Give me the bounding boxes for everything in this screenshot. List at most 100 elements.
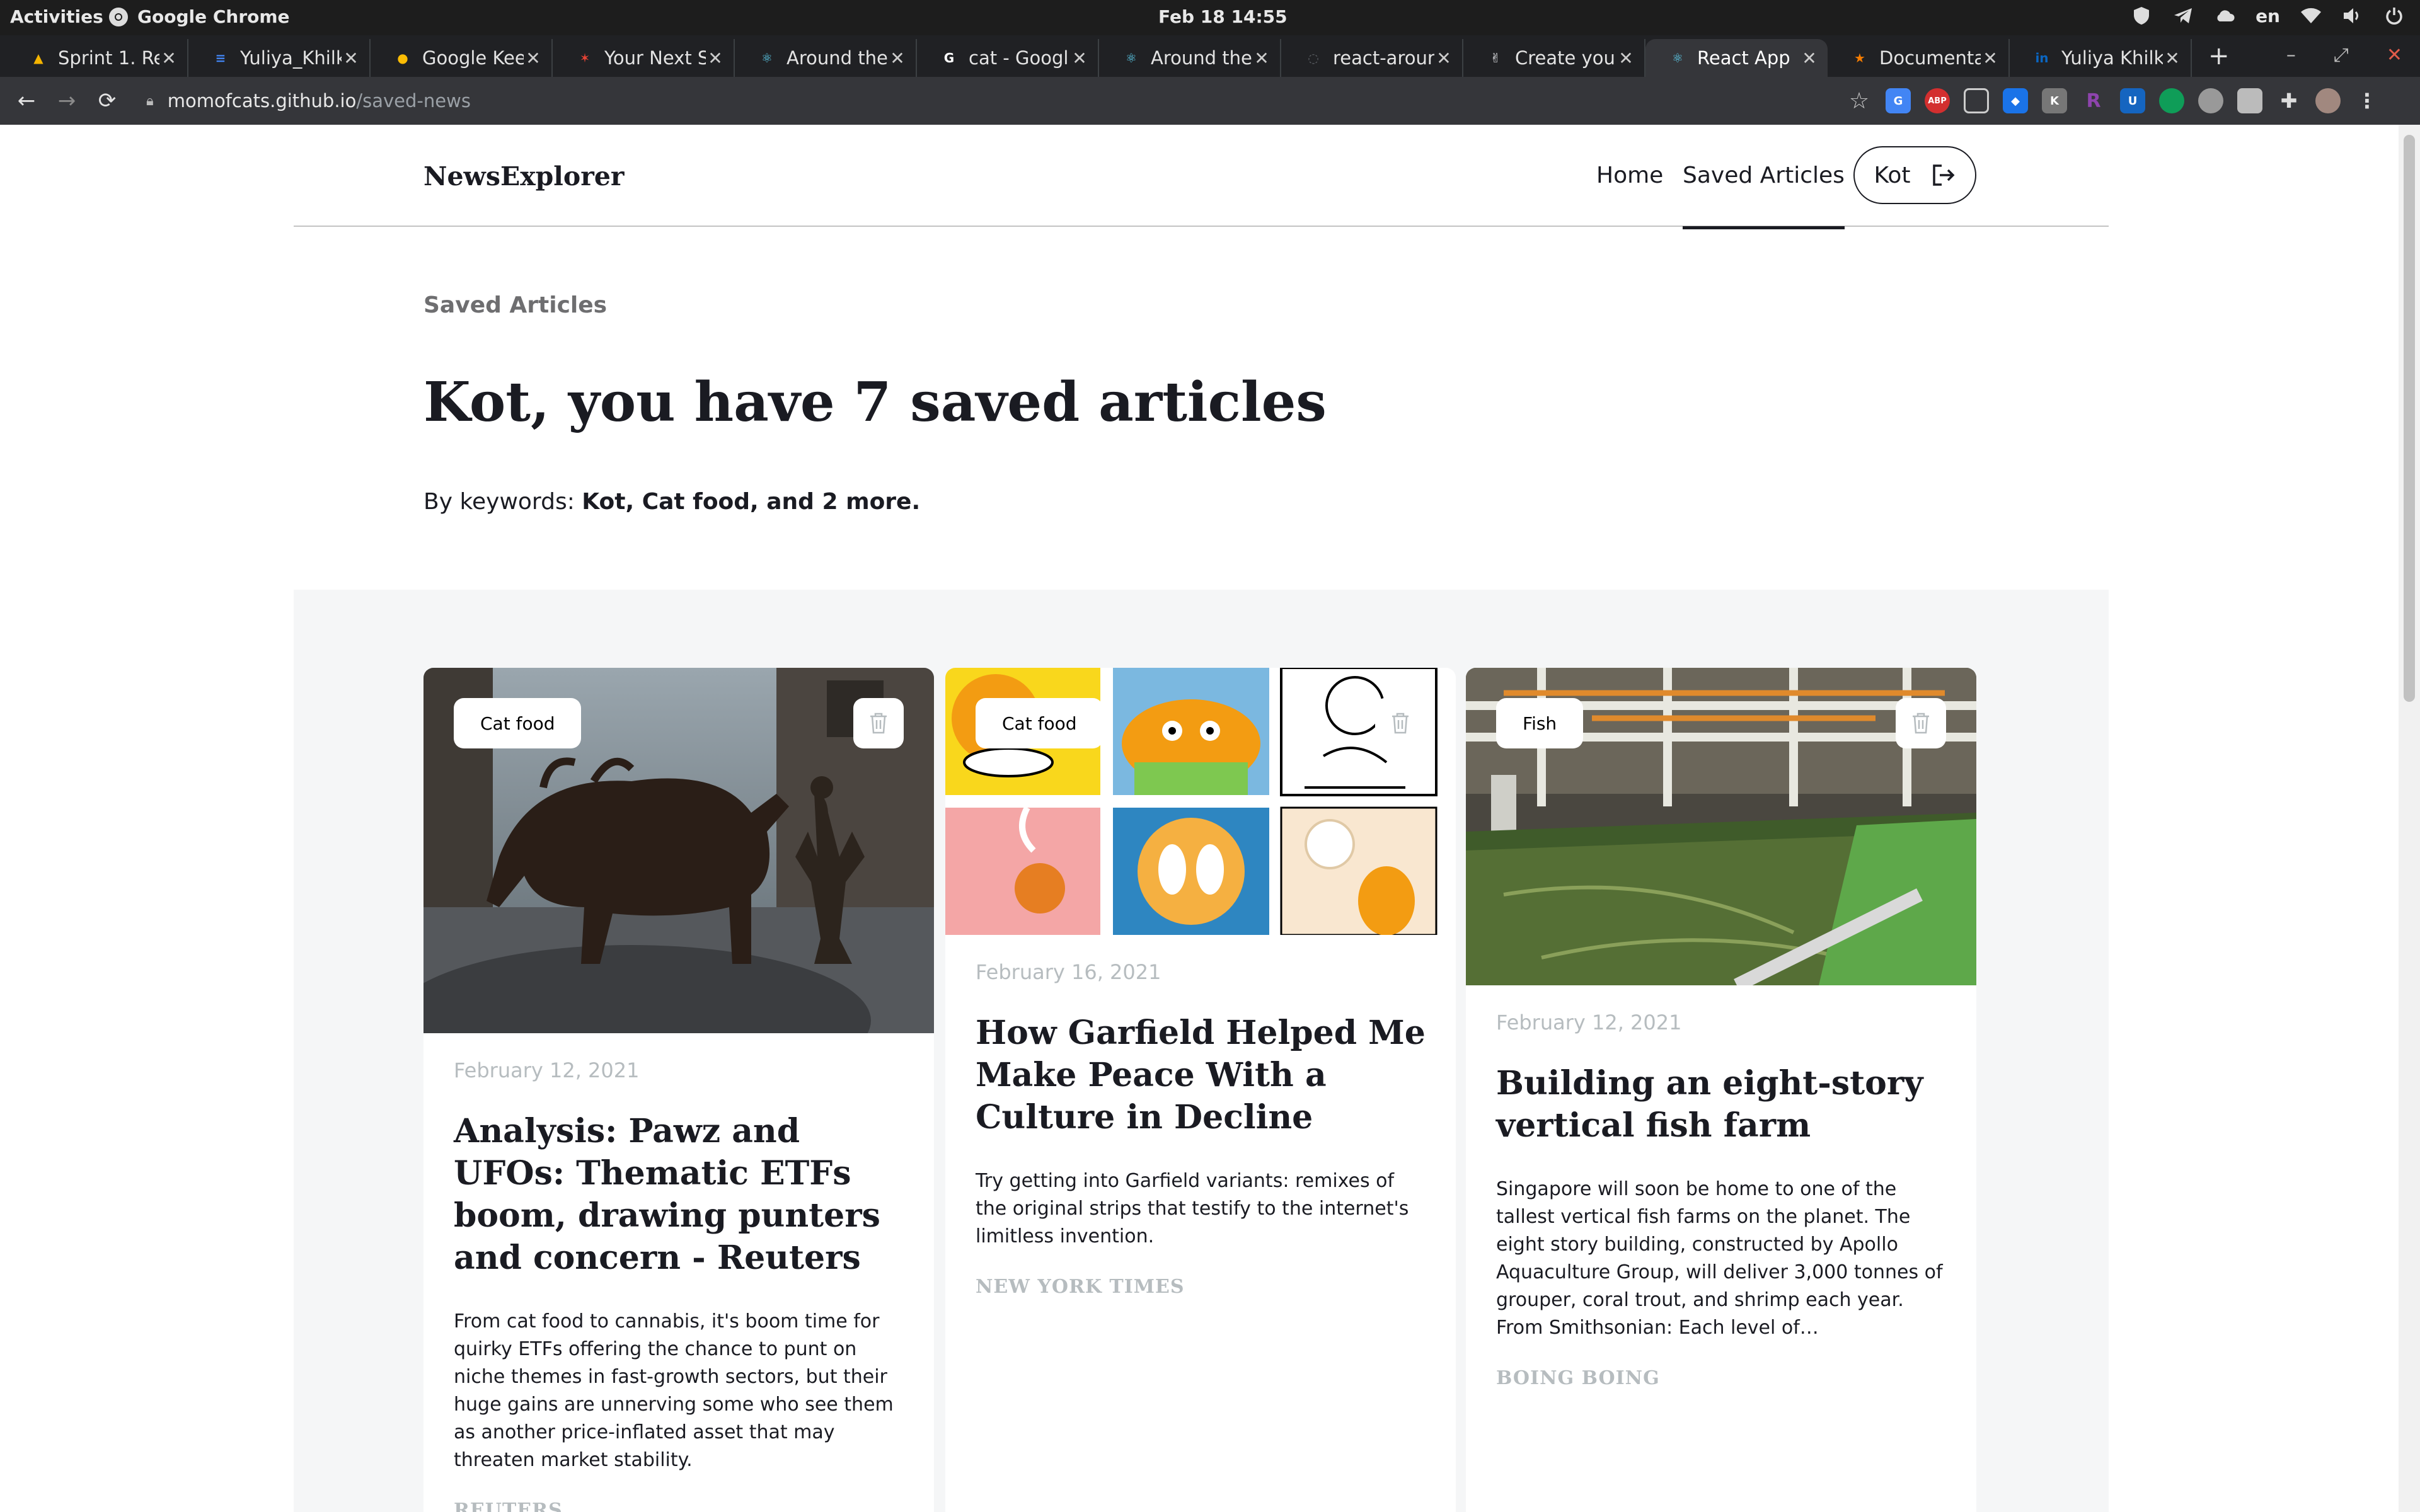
back-button[interactable]: ← [14, 88, 39, 113]
close-tab-icon[interactable]: ✕ [1070, 48, 1089, 69]
wifi-icon[interactable] [2300, 5, 2322, 26]
browser-tab[interactable]: ⚛ Around the ✕ [1099, 39, 1281, 77]
article-title[interactable]: Analysis: Pawz and UFOs: Thematic ETFs b… [454, 1110, 904, 1279]
delete-article-button[interactable] [1375, 698, 1426, 748]
extension-icon[interactable]: ◆ [2003, 88, 2028, 113]
adblock-icon[interactable]: ABP [1925, 88, 1950, 113]
saved-count-headline: Kot, you have 7 saved articles [424, 370, 1327, 434]
pocket-icon[interactable] [1964, 88, 1989, 113]
new-tab-button[interactable]: + [2208, 42, 2230, 71]
close-tab-icon[interactable]: ✕ [159, 48, 178, 69]
cloud-icon[interactable] [2214, 5, 2235, 26]
extension-grey-icon[interactable] [2198, 88, 2223, 113]
volume-icon[interactable] [2342, 5, 2363, 26]
tab-title: react-arour [1333, 47, 1434, 69]
tab-favicon-icon: ● [397, 50, 408, 66]
tab-favicon-icon: ⚛ [1126, 50, 1137, 66]
browser-tab[interactable]: ● Google Kee ✕ [371, 39, 553, 77]
power-icon[interactable] [2383, 5, 2405, 26]
tab-title: Documenta [1879, 47, 1981, 69]
close-tab-icon[interactable]: ✕ [888, 48, 907, 69]
keyword-tag: Fish [1496, 698, 1584, 748]
article-image: Cat food [424, 668, 934, 1033]
keyword-tag: Cat food [976, 698, 1103, 748]
extension-r-icon[interactable]: R [2081, 88, 2106, 113]
browser-tab[interactable]: in Yuliya Khilk ✕ [2010, 39, 2192, 77]
logout-button[interactable]: Kot [1853, 146, 1976, 204]
address-bar[interactable]: 🔒︎ momofcats.github.io/saved-news [146, 83, 1854, 118]
app-menu[interactable]: Google Chrome [108, 6, 290, 27]
delete-article-button[interactable] [853, 698, 904, 748]
keyword-tag: Cat food [454, 698, 582, 748]
browser-tab[interactable]: Gcat - Googl ✕ [917, 39, 1099, 77]
close-tab-icon[interactable]: ✕ [1434, 48, 1453, 69]
browser-tab[interactable]: ⚛ React App ✕ [1645, 39, 1828, 77]
shield-icon[interactable] [2131, 5, 2152, 26]
browser-tab[interactable]: ★ Documenta ✕ [1828, 39, 2010, 77]
browser-tab[interactable]: ◌ react-arour ✕ [1281, 39, 1463, 77]
nav-saved-articles[interactable]: Saved Articles [1683, 163, 1845, 229]
password-manager-icon[interactable]: U [2120, 88, 2145, 113]
trash-icon [870, 713, 887, 734]
browser-toolbar: ← → ⟳ 🔒︎ momofcats.github.io/saved-news … [0, 77, 2420, 125]
news-card[interactable]: Cat food February 16, 2021 How Garfield … [945, 668, 1456, 1512]
extensions-bar: ☆ G ABP ◆ K R U ✚ ⋮ [1847, 88, 2380, 114]
extension-stack-icon[interactable] [2237, 88, 2262, 113]
page-scrollbar[interactable] [2399, 125, 2420, 1512]
puzzle-icon[interactable]: ✚ [2276, 88, 2302, 113]
browser-tab[interactable]: ⚛ Around the ✕ [735, 39, 917, 77]
scrollbar-thumb[interactable] [2404, 135, 2415, 702]
extension-k-icon[interactable]: K [2042, 88, 2067, 113]
nav-home[interactable]: Home [1596, 163, 1663, 188]
logout-icon [1933, 164, 1955, 186]
tab-title: Your Next S [604, 47, 706, 69]
article-title[interactable]: How Garfield Helped Me Make Peace With a… [976, 1012, 1426, 1138]
close-tab-icon[interactable]: ✕ [342, 48, 360, 69]
tab-title: Around the [1151, 47, 1252, 69]
forward-button[interactable]: → [54, 88, 79, 113]
browser-tab[interactable]: ✌ Create you ✕ [1463, 39, 1645, 77]
close-tab-icon[interactable]: ✕ [524, 48, 543, 69]
close-tab-icon[interactable]: ✕ [1252, 48, 1271, 69]
keyboard-language[interactable]: en [2256, 6, 2280, 26]
article-title[interactable]: Building an eight-story vertical fish fa… [1496, 1062, 1946, 1147]
clock[interactable]: Feb 18 14:55 [1158, 6, 1288, 27]
browser-tab[interactable]: ✶ Your Next S ✕ [553, 39, 735, 77]
tab-title: React App [1697, 47, 1790, 69]
lock-icon[interactable]: 🔒︎ [146, 93, 154, 109]
article-source: NEW YORK TIMES [976, 1276, 1185, 1298]
browser-tab[interactable]: ▲ Sprint 1. Re ✕ [6, 39, 188, 77]
url-path: /saved-news [356, 90, 471, 112]
translate-icon[interactable]: G [1886, 88, 1911, 113]
site-logo[interactable]: NewsExplorer [424, 161, 625, 192]
tab-title: Create you [1515, 47, 1615, 69]
system-tray[interactable]: en [2131, 5, 2405, 26]
article-text: Try getting into Garfield variants: remi… [976, 1170, 1409, 1247]
close-window-button[interactable]: ✕ [2387, 44, 2402, 66]
close-tab-icon[interactable]: ✕ [2163, 48, 2182, 69]
browser-tab[interactable]: ≡ Yuliya_Khilk ✕ [188, 39, 371, 77]
activities-button[interactable]: Activities [10, 6, 103, 27]
chrome-menu-icon[interactable]: ⋮ [2354, 88, 2380, 113]
saved-articles-grid: Cat food February 12, 2021 Analysis: Paw… [294, 590, 2109, 1512]
close-tab-icon[interactable]: ✕ [1981, 48, 2000, 69]
tab-title: Yuliya_Khilk [240, 47, 342, 69]
profile-avatar[interactable] [2315, 88, 2341, 113]
delete-article-button[interactable] [1896, 698, 1946, 748]
bookmark-star-icon[interactable]: ☆ [1847, 88, 1872, 114]
maximize-button[interactable]: ⤢ [2334, 44, 2349, 66]
tab-favicon-icon: ≡ [215, 50, 226, 66]
user-name: Kot [1874, 162, 1911, 188]
tab-favicon-icon: in [2035, 50, 2049, 66]
news-card[interactable]: Fish February 12, 2021 Building an eight… [1466, 668, 1976, 1512]
tab-favicon-icon: ✶ [579, 50, 591, 66]
news-card[interactable]: Cat food February 12, 2021 Analysis: Paw… [424, 668, 934, 1512]
card-body: February 16, 2021 How Garfield Helped Me… [945, 935, 1456, 1298]
close-tab-icon[interactable]: ✕ [1616, 48, 1635, 69]
minimize-button[interactable]: – [2286, 44, 2296, 66]
close-tab-icon[interactable]: ✕ [706, 48, 725, 69]
close-tab-icon[interactable]: ✕ [1800, 48, 1819, 69]
telegram-icon[interactable] [2172, 5, 2194, 26]
reload-button[interactable]: ⟳ [95, 88, 120, 113]
extension-green-icon[interactable] [2159, 88, 2184, 113]
